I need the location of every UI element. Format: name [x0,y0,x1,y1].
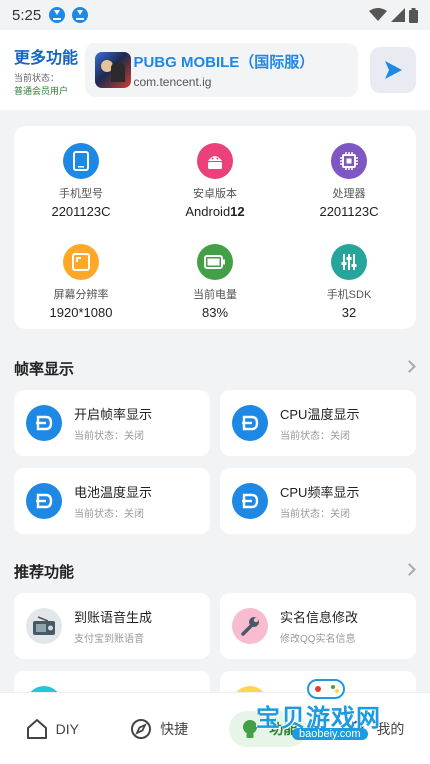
info-value: 32 [341,305,357,320]
info-label: 屏幕分辨率 [53,289,109,301]
pubg-app-icon [95,52,132,88]
battery-icon [197,244,233,280]
status-time: 5:25 [12,6,42,24]
feature-title: CPU频率显示 [280,485,360,500]
feature-voice-gen[interactable]: 到账语音生成 支付宝到账语音 [14,593,210,659]
dashboard-icon [232,405,268,441]
radio-icon [26,608,62,644]
info-label: 安卓版本 [193,188,237,200]
app-name: PUBG MOBILE（国际服） [133,54,315,71]
feature-title: 开启帧率显示 [74,407,153,422]
feature-fps-display[interactable]: 开启帧率显示 当前状态：关闭 [14,390,210,456]
battery-status-icon [409,7,418,23]
info-value: Android12 [148,204,282,219]
feature-title: CPU温度显示 [280,407,360,422]
section-title-recommend: 推荐功能 [14,564,75,581]
info-label: 手机SDK [326,289,372,301]
info-value: 2201123C [319,204,379,219]
nav-shortcut[interactable]: 快捷 [120,711,198,747]
nav-label: 功能 [269,720,298,737]
page-title: 更多功能 [14,49,79,67]
chevron-right-icon[interactable] [403,563,416,576]
feature-title: 电池温度显示 [74,485,153,500]
feature-cpu-temp[interactable]: CPU温度显示 当前状态：关闭 [220,390,416,456]
info-android-version: 安卓版本 Android12 [148,143,282,219]
info-label: 处理器 [332,188,366,200]
status-label: 当前状态： [14,72,60,83]
membership-info: 更多功能 当前状态： 普通会员用户 [14,44,83,97]
wrench-icon [232,608,268,644]
chevron-right-icon[interactable] [403,360,416,373]
dashboard-icon [26,405,62,441]
screen-icon [63,244,99,280]
play-icon [385,61,403,79]
feature-status: 当前状态：关闭 [74,431,144,442]
feature-title: 到账语音生成 [74,610,153,625]
feature-title: 实名信息修改 [280,610,359,625]
feature-subtitle: 支付宝到账语音 [74,634,144,645]
device-info-card: 手机型号 2201123C 安卓版本 Android12 处理器 2201123… [14,126,416,329]
wifi-icon [369,8,387,21]
header: 更多功能 当前状态： 普通会员用户 PUBG MOBILE（国际服） com.t… [0,30,430,110]
feature-status: 当前状态：关闭 [280,431,350,442]
status-bar: 5:25 [0,0,430,30]
android-version-number: 12 [230,204,245,219]
info-resolution: 屏幕分辨率 1920*1080 [14,244,148,320]
bottom-nav: DIY 快捷 功能 我的 [0,692,430,764]
section-title-frame: 帧率显示 [14,361,75,378]
feature-status: 当前状态：关闭 [280,509,350,520]
status-icons [369,7,418,23]
nav-features[interactable]: 功能 [229,710,308,747]
launch-button[interactable] [370,47,416,93]
user-icon [349,720,368,739]
download-icon [72,7,89,23]
info-label: 当前电量 [193,289,237,301]
android-icon [197,143,233,179]
info-phone-model: 手机型号 2201123C [14,143,148,219]
info-processor: 处理器 2201123C [282,143,416,219]
compass-icon [131,718,152,739]
selected-app-card[interactable]: PUBG MOBILE（国际服） com.tencent.ig [85,43,359,97]
nav-label: DIY [55,720,79,737]
nav-label: 我的 [376,720,405,737]
nav-label: 快捷 [160,720,189,737]
sliders-icon [331,244,367,280]
home-icon [26,718,47,739]
feature-battery-temp[interactable]: 电池温度显示 当前状态：关闭 [14,468,210,534]
feature-status: 当前状态：关闭 [74,509,144,520]
phone-icon [63,143,99,179]
signal-icon [391,8,405,22]
nav-mine[interactable]: 我的 [338,711,414,747]
dashboard-icon [26,483,62,519]
info-value: 1920*1080 [49,305,113,320]
download-icon [49,7,66,23]
dashboard-icon [232,483,268,519]
info-sdk: 手机SDK 32 [282,244,416,320]
bulb-icon [243,719,258,738]
info-value: 83% [201,305,229,320]
android-prefix: Android [185,204,231,219]
info-value: 2201123C [51,204,111,219]
chip-icon [331,143,367,179]
nav-diy[interactable]: DIY [16,711,89,747]
feature-subtitle: 修改QQ实名信息 [280,634,356,645]
info-label: 手机型号 [59,188,103,200]
feature-realname-edit[interactable]: 实名信息修改 修改QQ实名信息 [220,593,416,659]
info-battery: 当前电量 83% [148,244,282,320]
status-value: 普通会员用户 [14,85,69,96]
app-package: com.tencent.ig [133,75,212,89]
feature-cpu-freq[interactable]: CPU频率显示 当前状态：关闭 [220,468,416,534]
